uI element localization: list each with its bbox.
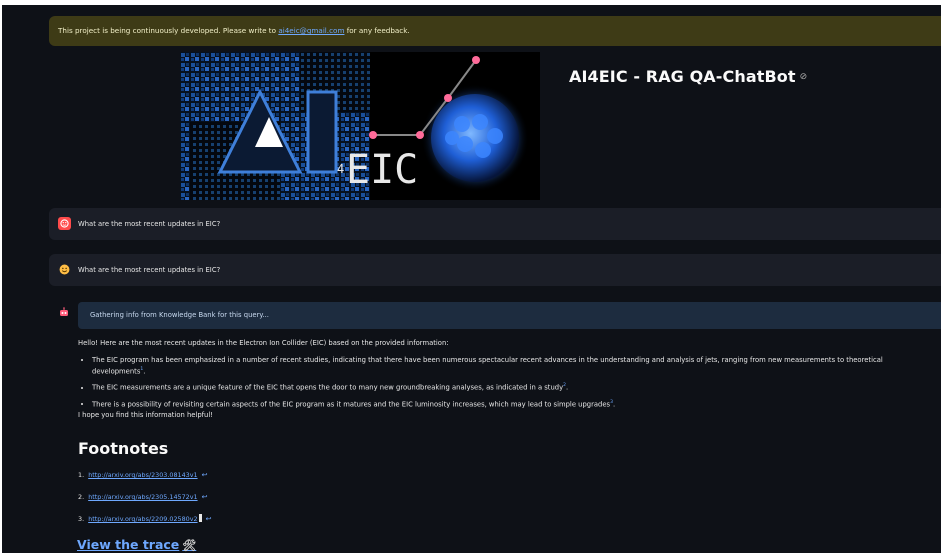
user-face-icon [58,217,71,230]
chat-message-user: What are the most recent updates in EIC? [49,208,941,240]
answer-bullet-list: The EIC program has been emphasized in a… [78,355,938,409]
backref-icon[interactable]: ↩ [206,515,212,523]
backref-icon[interactable]: ↩ [202,493,208,501]
typing-cursor [198,514,202,522]
view-trace-link[interactable]: View the trace 🛠 [77,537,196,552]
list-item: There is a possibility of revisiting cer… [92,398,938,409]
banner-text-before: This project is being continuously devel… [58,26,279,35]
backref-icon[interactable]: ↩ [202,471,208,479]
list-item: The EIC measurements are a unique featur… [92,381,938,392]
footnote-item: 1. http://arxiv.org/abs/2303.08143v1 ↩ [78,471,208,479]
footnote-link[interactable]: http://arxiv.org/abs/2303.08143v1 [88,471,197,479]
chat-message-user: What are the most recent updates in EIC? [49,254,941,286]
smiley-icon [58,263,71,276]
banner-text-after: for any feedback. [344,26,410,35]
assistant-answer: Hello! Here are the most recent updates … [78,339,938,414]
page-header: AI4EIC - RAG QA-ChatBot ⊘ [569,67,807,86]
list-item: The EIC program has been emphasized in a… [92,355,938,376]
info-banner: This project is being continuously devel… [49,16,941,46]
app-root: This project is being continuously devel… [2,5,941,553]
robot-icon [58,304,70,316]
footnote-link[interactable]: http://arxiv.org/abs/2305.14572v1 [88,493,197,501]
status-callout: Gathering info from Knowledge Bank for t… [78,302,941,329]
message-text: What are the most recent updates in EIC? [78,266,221,274]
tools-icon: 🛠 [182,539,197,552]
feedback-email-link[interactable]: ai4eic@gmail.com [278,26,344,35]
answer-outro: I hope you find this information helpful… [78,411,213,419]
footnote-item: 3. http://arxiv.org/abs/2209.02580v2 ↩ [78,514,212,523]
footnote-link[interactable]: http://arxiv.org/abs/2209.02580v2 [88,515,197,523]
hero-logo-image: 4 EIC [180,52,540,200]
logo-sub-text: 4 [337,162,344,176]
ai4eic-logo: 4 EIC [180,52,529,200]
footnote-item: 2. http://arxiv.org/abs/2305.14572v1 ↩ [78,493,208,501]
link-icon[interactable]: ⊘ [800,72,808,82]
footnotes-heading: Footnotes [78,439,169,458]
page-title: AI4EIC - RAG QA-ChatBot [569,67,796,86]
answer-intro: Hello! Here are the most recent updates … [78,339,449,347]
message-text: What are the most recent updates in EIC? [78,220,221,228]
logo-eic-text: EIC [346,147,418,193]
